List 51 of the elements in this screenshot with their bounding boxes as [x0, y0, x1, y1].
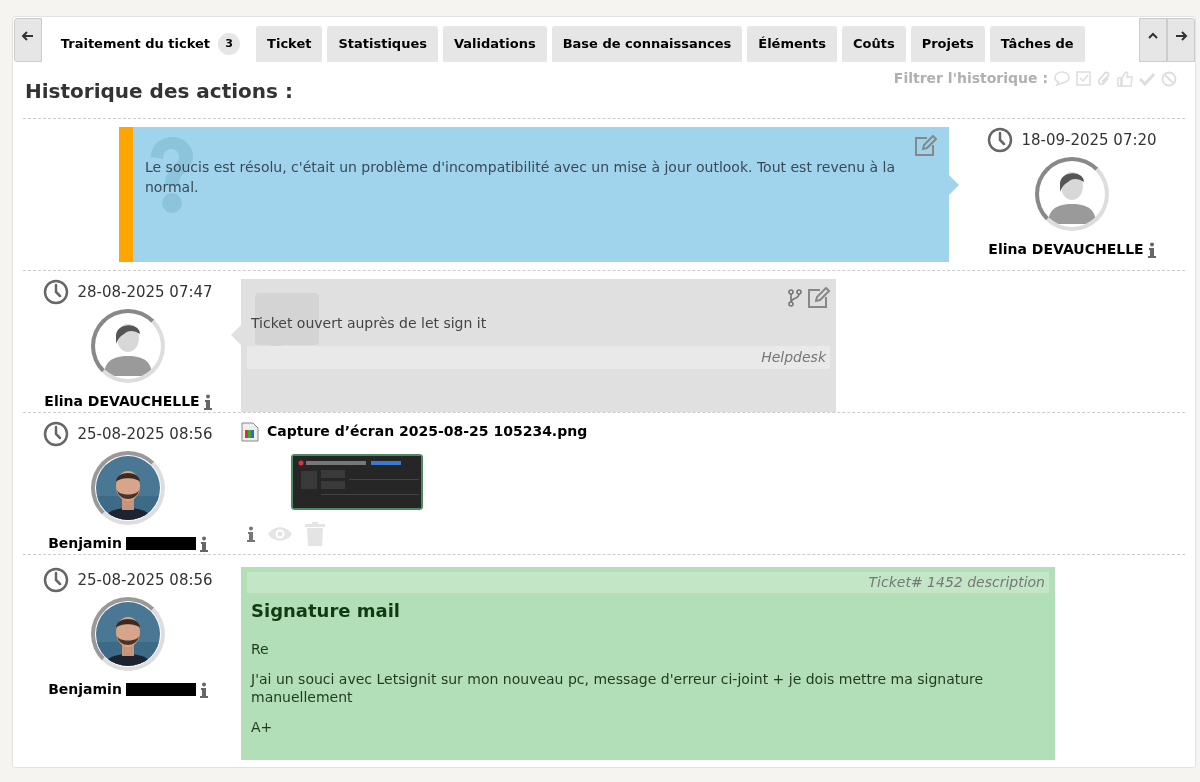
author-name: Elina DEVAUCHELLE — [988, 240, 1144, 259]
scroll-right-button[interactable] — [1167, 18, 1195, 62]
info-icon[interactable] — [199, 535, 208, 552]
clock-icon — [987, 127, 1014, 153]
tab[interactable]: Éléments — [747, 26, 837, 62]
count-badge: 3 — [218, 33, 241, 55]
section-title: Historique des actions : — [25, 78, 293, 105]
solution-text: Le soucis est résolu, c'était un problème d'incompatibilité avec un mise à jour outlook. Tout est revenu à la normal. — [145, 158, 896, 197]
tab[interactable]: Coûts — [842, 26, 906, 62]
timestamp: 18-09-2025 07:20 — [1021, 129, 1157, 151]
paperclip-filter-icon[interactable] — [1097, 70, 1111, 87]
image-file-icon — [241, 421, 259, 442]
tab[interactable]: Validations — [442, 26, 547, 62]
description-title: Signature mail — [251, 599, 401, 623]
tab[interactable]: Statistiques — [327, 26, 438, 62]
ban-filter-icon[interactable] — [1161, 70, 1177, 87]
timestamp: 25-08-2025 08:56 — [77, 423, 213, 445]
source-label: Helpdesk — [247, 346, 830, 369]
branch-icon[interactable] — [788, 289, 802, 307]
arrow-icon — [1174, 29, 1189, 43]
followup-text: Ticket ouvert auprès de let sign it — [251, 314, 488, 333]
check-filter-icon[interactable] — [1139, 71, 1155, 86]
info-icon[interactable] — [1147, 241, 1156, 258]
tab[interactable]: Base de connaissances — [551, 26, 743, 62]
description-text: Re — [251, 640, 270, 658]
comment-filter-icon[interactable] — [1054, 71, 1070, 86]
clock-icon — [43, 421, 70, 447]
file-link[interactable]: Capture d’écran 2025-08-25 105234.png — [267, 421, 588, 442]
description-header: Ticket# 1452 description — [247, 572, 1049, 593]
timestamp: 25-08-2025 08:56 — [77, 569, 213, 591]
scroll-left-button[interactable] — [14, 18, 42, 62]
thumbs-up-filter-icon[interactable] — [1117, 70, 1133, 87]
edit-icon[interactable] — [806, 287, 830, 309]
description-text: J'ai un souci avec Letsignit sur mon nouveau pc, message d'erreur ci-joint + je dois mettre ma signature manuellement — [251, 670, 985, 706]
author-name: Elina DEVAUCHELLE — [44, 392, 200, 411]
arrow-icon — [20, 29, 35, 43]
info-icon[interactable] — [203, 393, 212, 410]
checkbox-filter-icon[interactable] — [1076, 71, 1091, 86]
clock-icon — [43, 279, 70, 305]
tab[interactable]: Ticket — [256, 26, 323, 62]
edit-icon[interactable] — [913, 135, 937, 157]
author-name: Benjamin — [48, 534, 122, 553]
tab[interactable]: Tâches de — [989, 26, 1085, 62]
description-text: A+ — [251, 718, 274, 736]
tab[interactable]: Projets — [910, 26, 985, 62]
info-icon[interactable] — [247, 526, 255, 542]
author-name: Benjamin — [48, 680, 122, 699]
clock-icon — [43, 567, 70, 593]
info-icon[interactable] — [199, 681, 208, 698]
timestamp: 28-08-2025 07:47 — [77, 281, 213, 303]
filter-label: Filtrer l'historique : — [893, 69, 1048, 88]
